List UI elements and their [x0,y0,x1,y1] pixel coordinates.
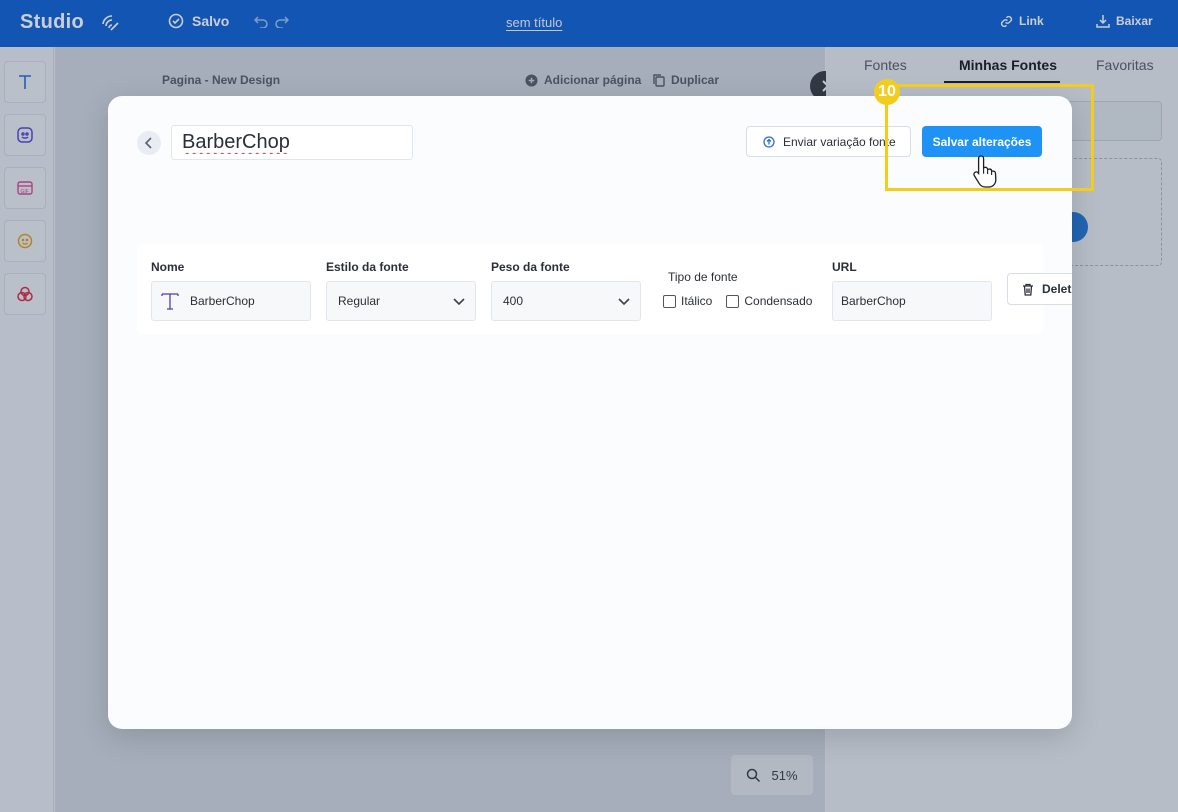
chevron-down-icon [453,298,465,306]
url-field[interactable]: BarberChop [832,281,992,321]
hand-cursor-icon [973,155,997,188]
url-label: URL [832,260,857,274]
upload-icon [763,135,775,148]
back-button[interactable] [137,131,161,155]
font-type-label: Tipo de fonte [668,270,738,284]
font-variation-row: Nome BarberChop Estilo da fonte Regular … [137,244,1072,334]
condensed-checkbox[interactable] [726,294,740,308]
send-variation-label: Enviar variação fonte [783,134,896,149]
chevron-left-icon [145,137,152,149]
font-weight-select[interactable]: 400 [491,281,641,321]
condensed-option[interactable]: Condensado [726,294,812,308]
font-type-options: Itálico Condensado [663,294,812,308]
font-weight-value: 400 [503,294,524,308]
chevron-down-icon [618,298,630,306]
trash-icon [1023,283,1033,296]
font-weight-label: Peso da fonte [491,260,570,274]
italic-label: Itálico [681,294,713,308]
font-family-name-input[interactable] [171,125,413,160]
font-style-value: Regular [338,294,381,308]
delete-button[interactable]: Delet [1007,273,1072,305]
text-icon [161,293,179,310]
url-value: BarberChop [841,294,906,308]
font-style-label: Estilo da fonte [326,260,409,274]
condensed-label: Condensado [744,294,813,308]
italic-option[interactable]: Itálico [663,294,712,308]
name-label: Nome [151,260,185,274]
delete-label: Delet [1042,282,1072,296]
font-name-value: BarberChop [190,294,255,308]
font-name-field[interactable]: BarberChop [151,281,311,321]
italic-checkbox[interactable] [663,294,676,308]
step-number-badge: 10 [874,79,900,105]
font-style-select[interactable]: Regular [326,281,476,321]
